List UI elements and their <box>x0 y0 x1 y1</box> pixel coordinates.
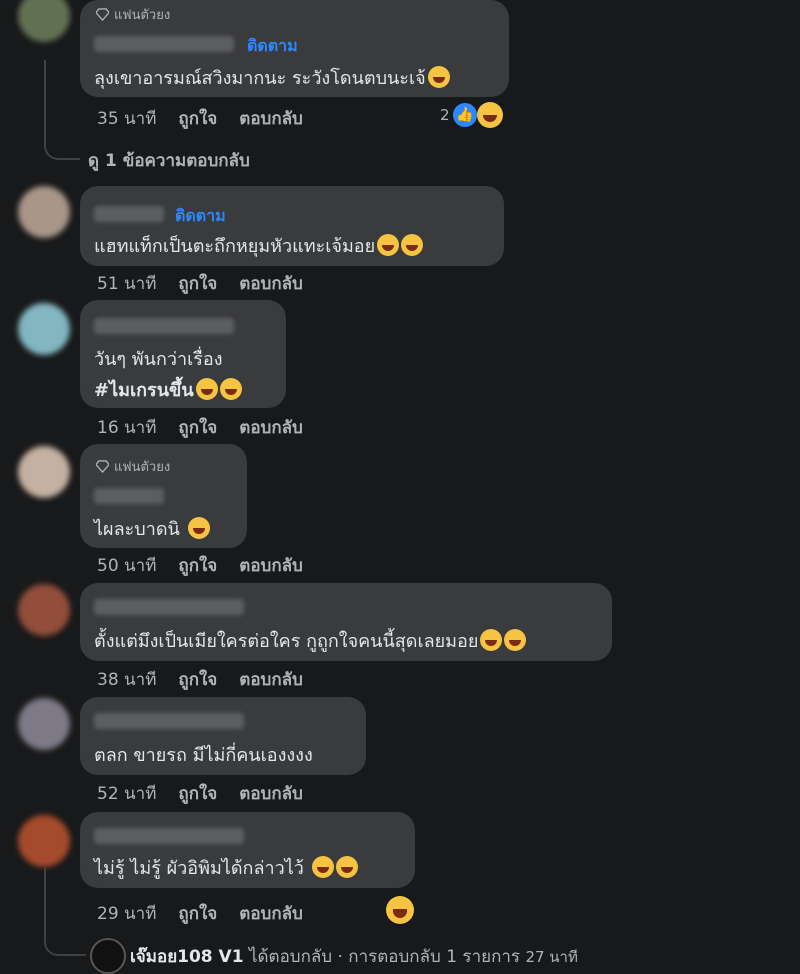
reply-button[interactable]: ตอบกลับ <box>239 900 303 927</box>
comment-hashtag[interactable]: #ไมเกรนขึ้น <box>94 375 242 404</box>
like-button[interactable]: ถูกใจ <box>178 552 217 579</box>
comment-text-content: ไผละบาดนิ <box>94 519 180 540</box>
comment-text: แฮทแท็กเป็นตะถึกหยุมหัวแทะเจ้มอย <box>94 231 424 260</box>
comment-text: วันๆ พันกว่าเรื่อง <box>94 344 223 373</box>
comment-bubble: ติดตาม แฮทแท็กเป็นตะถึกหยุมหัวแทะเจ้มอย <box>80 186 504 266</box>
like-button[interactable]: ถูกใจ <box>178 105 217 132</box>
comment-text: ไม่รู้ ไม่รู้ ผัวอิพิมได้กล่าวไว้ <box>94 853 358 882</box>
avatar[interactable] <box>18 815 70 867</box>
comment-text: ตั้งแต่มึงเป็นเมียใครต่อใคร กูถูกใจคนนี้… <box>94 626 527 655</box>
reply-author-avatar[interactable] <box>90 938 126 974</box>
fan-badge-label: แฟนตัวยง <box>114 460 171 475</box>
thread-connector <box>44 936 86 956</box>
joy-emoji-icon <box>311 856 334 878</box>
flushed-emoji-icon <box>219 378 242 400</box>
reply-summary-time: 27 นาที <box>525 948 578 966</box>
comment-bubble: ไม่รู้ ไม่รู้ ผัวอิพิมได้กล่าวไว้ <box>80 812 415 888</box>
like-button[interactable]: ถูกใจ <box>178 270 217 297</box>
comment-actions: 35 นาที ถูกใจ ตอบกลับ <box>97 105 303 132</box>
comment-bubble: แฟนตัวยง ไผละบาดนิ <box>80 444 247 548</box>
comment-time[interactable]: 35 นาที <box>97 105 156 132</box>
fan-badge: แฟนตัวยง <box>96 4 170 25</box>
diamond-icon <box>96 460 109 473</box>
comment-actions: 16 นาที ถูกใจ ตอบกลับ <box>97 414 303 441</box>
like-reaction-icon[interactable]: 👍 <box>453 103 477 127</box>
reply-summary-action: ได้ตอบกลับ · การตอบกลับ 1 รายการ <box>248 947 521 967</box>
reply-button[interactable]: ตอบกลับ <box>239 105 303 132</box>
grin-emoji-icon <box>377 234 400 256</box>
fan-badge-label: แฟนตัวยง <box>114 8 171 23</box>
grin-emoji-icon <box>401 234 424 256</box>
comment-time[interactable]: 51 นาที <box>97 270 156 297</box>
comment-bubble: ตลก ขายรถ มีไม่กี่คนเองงงง <box>80 697 366 775</box>
comment-bubble: ตั้งแต่มึงเป็นเมียใครต่อใคร กูถูกใจคนนี้… <box>80 583 612 661</box>
comment-text: ไผละบาดนิ <box>94 514 210 543</box>
dizzy-emoji-icon <box>195 378 218 400</box>
thread-line <box>44 60 46 142</box>
reply-summary[interactable]: เจ๊มอย108 V1 ได้ตอบกลับ · การตอบกลับ 1 ร… <box>130 943 578 970</box>
comment-time[interactable]: 29 นาที <box>97 900 156 927</box>
comment-text-content: ไม่รู้ ไม่รู้ ผัวอิพิมได้กล่าวไว้ <box>94 858 304 879</box>
comment-actions: 51 นาที ถูกใจ ตอบกลับ <box>97 270 303 297</box>
comment-time[interactable]: 50 นาที <box>97 552 156 579</box>
author-name[interactable] <box>94 713 244 729</box>
avatar[interactable] <box>18 698 70 750</box>
haha-reaction-icon[interactable] <box>477 102 503 128</box>
hashtag-link[interactable]: #ไมเกรนขึ้น <box>94 380 194 401</box>
tongue-emoji-reaction-icon[interactable] <box>386 896 414 924</box>
comment-time[interactable]: 52 นาที <box>97 780 156 807</box>
reaction-count[interactable]: 2 <box>440 106 450 124</box>
comment-text-content: ตลก ขายรถ มีไม่กี่คนเองงงง <box>94 745 313 766</box>
comment-actions: 29 นาที ถูกใจ ตอบกลับ <box>97 900 303 927</box>
avatar[interactable] <box>18 186 70 238</box>
rofl-emoji-icon <box>427 66 450 88</box>
follow-link[interactable]: ติดตาม <box>175 204 226 229</box>
comment-actions: 52 นาที ถูกใจ ตอบกลับ <box>97 780 303 807</box>
diamond-icon <box>96 8 109 21</box>
reply-button[interactable]: ตอบกลับ <box>239 552 303 579</box>
comment-text: ลุงเขาอารมณ์สวิงมากนะ ระวังโดนตบนะเจ้ <box>94 63 450 92</box>
joy-emoji-icon <box>335 856 358 878</box>
reply-button[interactable]: ตอบกลับ <box>239 414 303 441</box>
comment-text-content: วันๆ พันกว่าเรื่อง <box>94 349 223 370</box>
author-name[interactable] <box>94 36 234 52</box>
view-replies-link[interactable]: ดู 1 ข้อความตอบกลับ <box>88 147 250 174</box>
comment-text-content: แฮทแท็กเป็นตะถึกหยุมหัวแทะเจ้มอย <box>94 236 376 257</box>
comment-bubble: วันๆ พันกว่าเรื่อง #ไมเกรนขึ้น <box>80 300 286 408</box>
like-button[interactable]: ถูกใจ <box>178 780 217 807</box>
grimace-emoji-icon <box>480 629 503 651</box>
reply-button[interactable]: ตอบกลับ <box>239 270 303 297</box>
avatar[interactable] <box>18 0 70 42</box>
avatar[interactable] <box>18 584 70 636</box>
author-name[interactable] <box>94 206 164 222</box>
sweat-smile-emoji-icon <box>504 629 527 651</box>
thread-connector <box>44 140 80 160</box>
author-name[interactable] <box>94 488 164 504</box>
comment-actions: 50 นาที ถูกใจ ตอบกลับ <box>97 552 303 579</box>
comment-time[interactable]: 16 นาที <box>97 414 156 441</box>
like-button[interactable]: ถูกใจ <box>178 900 217 927</box>
comment-bubble: แฟนตัวยง ติดตาม ลุงเขาอารมณ์สวิงมากนะ ระ… <box>80 0 509 97</box>
comment-text: ตลก ขายรถ มีไม่กี่คนเองงงง <box>94 740 313 769</box>
comment-actions: 38 นาที ถูกใจ ตอบกลับ <box>97 666 303 693</box>
follow-link[interactable]: ติดตาม <box>247 34 298 59</box>
reply-author-name[interactable]: เจ๊มอย108 V1 <box>130 947 244 967</box>
author-name[interactable] <box>94 318 234 334</box>
comment-text-content: ตั้งแต่มึงเป็นเมียใครต่อใคร กูถูกใจคนนี้… <box>94 631 479 652</box>
avatar[interactable] <box>18 446 70 498</box>
author-name[interactable] <box>94 599 244 615</box>
avatar[interactable] <box>18 303 70 355</box>
like-button[interactable]: ถูกใจ <box>178 414 217 441</box>
comment-time[interactable]: 38 นาที <box>97 666 156 693</box>
author-name[interactable] <box>94 828 244 844</box>
rofl-emoji-icon <box>187 517 210 539</box>
reply-button[interactable]: ตอบกลับ <box>239 666 303 693</box>
thread-line <box>44 868 46 938</box>
like-button[interactable]: ถูกใจ <box>178 666 217 693</box>
reply-button[interactable]: ตอบกลับ <box>239 780 303 807</box>
comment-text-content: ลุงเขาอารมณ์สวิงมากนะ ระวังโดนตบนะเจ้ <box>94 68 426 89</box>
fan-badge: แฟนตัวยง <box>96 456 170 477</box>
